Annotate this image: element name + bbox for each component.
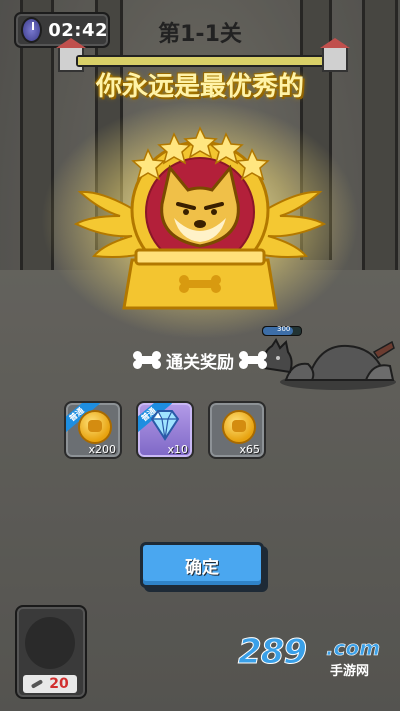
watermark-domain: .com <box>326 636 381 661</box>
reward-slot[interactable]: x65 <box>208 401 266 459</box>
reward-quantity: x10 <box>167 443 188 456</box>
watermark-number: 289 <box>238 632 308 673</box>
victory-badge-icon <box>73 126 327 310</box>
site-watermark: 289 .com 手游网 <box>238 632 388 682</box>
reward-slot[interactable]: 普通 x10 <box>136 401 194 459</box>
character-cost: 20 <box>23 675 77 693</box>
rewards-title: 通关奖励 <box>118 347 282 373</box>
watermark-subtitle: 手游网 <box>330 664 370 679</box>
level-progress-fill <box>78 57 326 65</box>
victory-headline: 你永远是最优秀的 <box>95 72 304 102</box>
character-card[interactable]: 20 <box>15 605 87 699</box>
reward-slot[interactable]: 普通 x200 <box>64 401 122 459</box>
coin-icon <box>78 410 112 444</box>
confirm-button[interactable]: 确定 <box>140 542 264 588</box>
enemy-health-bar: 300 <box>262 325 302 336</box>
character-cost-value: 20 <box>49 676 69 692</box>
diamond-icon <box>150 410 180 441</box>
character-portrait-icon <box>25 617 75 669</box>
coin-icon <box>222 410 256 444</box>
enemy-health-value: 300 <box>277 325 291 333</box>
rewards-title-text: 通关奖励 <box>166 352 234 373</box>
reward-quantity: x200 <box>88 443 116 456</box>
bone-icon <box>239 351 267 364</box>
bone-icon <box>133 351 161 364</box>
bone-icon <box>31 679 44 689</box>
reward-quantity: x65 <box>239 443 260 456</box>
